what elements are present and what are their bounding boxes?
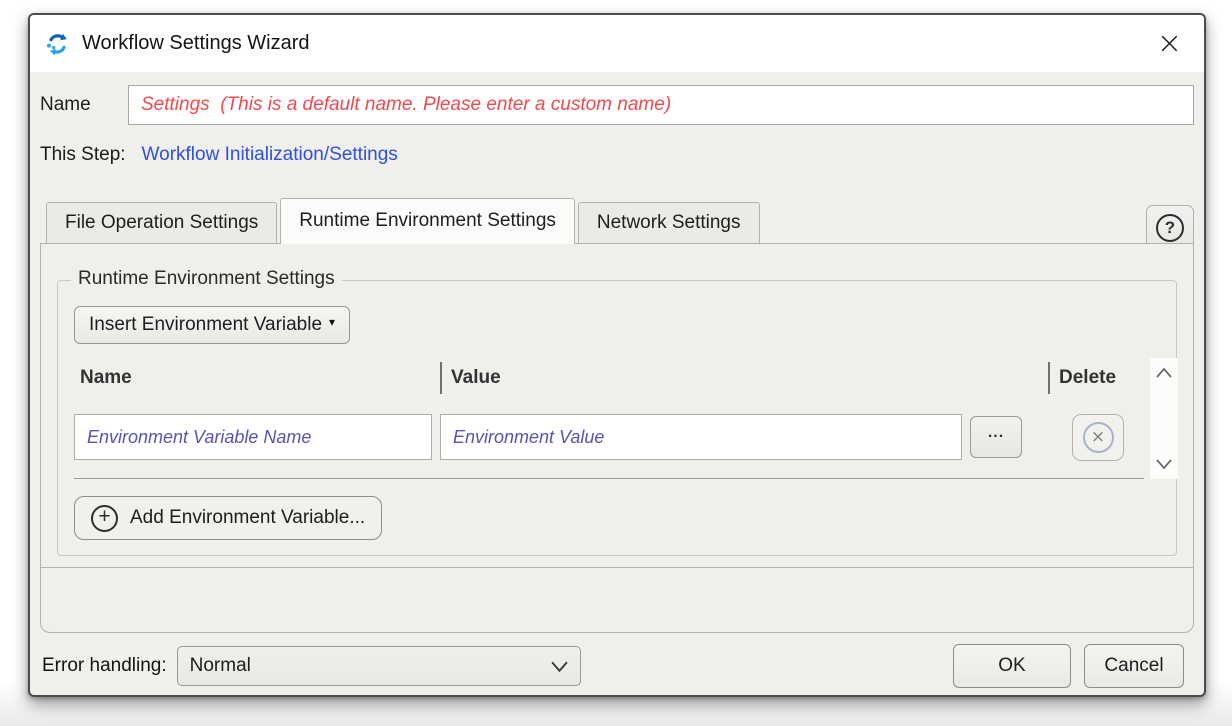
error-handling-select[interactable]: Normal bbox=[177, 646, 581, 686]
delete-row-button[interactable]: × bbox=[1072, 414, 1124, 461]
workflow-settings-wizard-dialog: Workflow Settings Wizard × Name This Ste… bbox=[28, 13, 1206, 697]
insert-environment-variable-button[interactable]: Insert Environment Variable ▾ bbox=[74, 306, 350, 344]
window-title: Workflow Settings Wizard bbox=[82, 32, 309, 55]
column-header-name: Name bbox=[74, 358, 440, 398]
title-bar: Workflow Settings Wizard × bbox=[30, 15, 1204, 72]
insert-button-label: Insert Environment Variable bbox=[89, 314, 322, 336]
name-row: Name bbox=[40, 85, 1194, 125]
chevron-down-icon bbox=[551, 661, 568, 672]
ellipsis-icon: ... bbox=[988, 424, 1004, 441]
value-cell: ... bbox=[440, 414, 1048, 460]
step-label: This Step: bbox=[40, 144, 126, 166]
sync-arrows-icon bbox=[44, 31, 70, 57]
error-handling-label: Error handling: bbox=[42, 655, 167, 677]
tab-runtime-environment-settings[interactable]: Runtime Environment Settings bbox=[280, 198, 575, 244]
close-button[interactable]: × bbox=[1149, 29, 1190, 59]
name-column-label: Name bbox=[80, 367, 132, 389]
table-header-row: Name Value Delete bbox=[74, 358, 1148, 398]
column-divider bbox=[440, 362, 442, 394]
name-input[interactable] bbox=[128, 85, 1194, 125]
name-label: Name bbox=[40, 94, 128, 116]
column-header-delete: Delete bbox=[1048, 358, 1148, 398]
environment-variables-table: Name Value Delete bbox=[74, 358, 1178, 479]
circled-plus-icon: + bbox=[91, 505, 118, 532]
step-row: This Step: Workflow Initialization/Setti… bbox=[40, 140, 1194, 170]
browse-button[interactable]: ... bbox=[970, 416, 1022, 458]
add-environment-variable-button[interactable]: + Add Environment Variable... bbox=[74, 496, 382, 540]
row-separator bbox=[74, 478, 1144, 479]
group-title: Runtime Environment Settings bbox=[71, 268, 342, 290]
empty-bottom-panel bbox=[40, 567, 1194, 633]
dialog-body: Name This Step: Workflow Initialization/… bbox=[30, 85, 1204, 692]
environment-variable-name-input[interactable] bbox=[74, 414, 432, 460]
value-column-label: Value bbox=[451, 367, 501, 389]
tab-bar: File Operation Settings Runtime Environm… bbox=[40, 198, 1194, 243]
delete-column-label: Delete bbox=[1059, 367, 1116, 389]
ok-button[interactable]: OK bbox=[953, 644, 1071, 688]
circled-x-icon: × bbox=[1083, 422, 1114, 453]
caret-down-icon: ▾ bbox=[329, 315, 335, 329]
tab-network-settings[interactable]: Network Settings bbox=[578, 202, 760, 243]
environment-value-input[interactable] bbox=[440, 414, 962, 460]
column-header-value: Value bbox=[440, 358, 1048, 398]
chevron-down-icon[interactable] bbox=[1156, 459, 1172, 469]
tab-file-operation-settings[interactable]: File Operation Settings bbox=[46, 202, 277, 243]
add-button-label: Add Environment Variable... bbox=[130, 507, 365, 529]
table-scrollbar[interactable] bbox=[1150, 358, 1178, 479]
chevron-up-icon[interactable] bbox=[1156, 368, 1172, 378]
error-handling-value: Normal bbox=[190, 655, 251, 677]
runtime-environment-settings-group: Runtime Environment Settings Insert Envi… bbox=[57, 280, 1177, 556]
environment-variable-row: ... × bbox=[74, 398, 1148, 478]
name-cell bbox=[74, 414, 440, 460]
step-link[interactable]: Workflow Initialization/Settings bbox=[142, 144, 398, 166]
runtime-environment-tab-panel: Runtime Environment Settings Insert Envi… bbox=[40, 243, 1194, 568]
cancel-button[interactable]: Cancel bbox=[1084, 644, 1184, 688]
delete-cell: × bbox=[1048, 414, 1148, 461]
column-divider bbox=[1048, 362, 1050, 394]
footer-bar: Error handling: Normal OK Cancel bbox=[40, 640, 1194, 692]
